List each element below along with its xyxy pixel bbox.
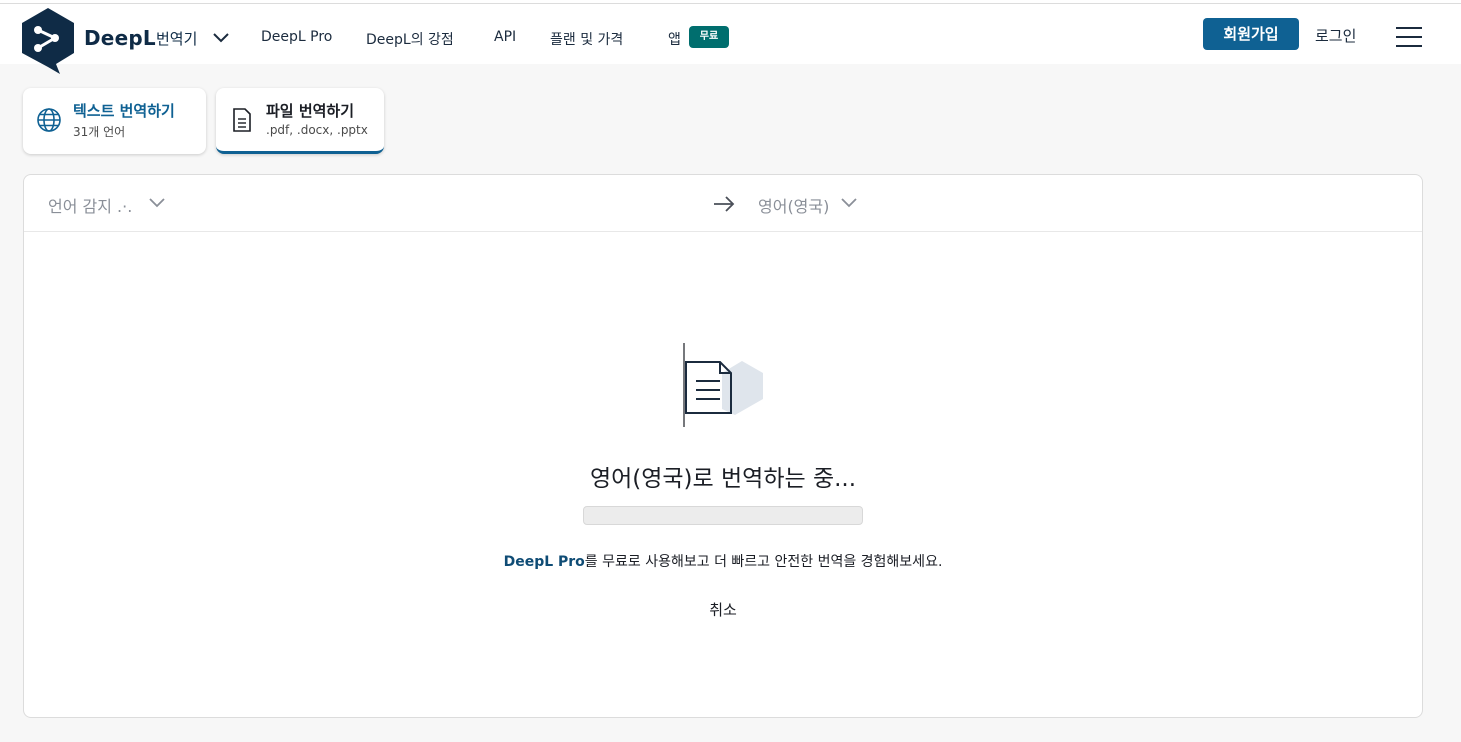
- tab-file-subtitle: .pdf, .docx, .pptx: [266, 123, 368, 137]
- document-translating-icon: [683, 343, 763, 427]
- tab-text-translation[interactable]: 텍스트 번역하기 31개 언어: [23, 88, 206, 154]
- nav-api[interactable]: API: [494, 29, 516, 45]
- promo-text: 를 무료로 사용해보고 더 빠르고 안전한 번역을 경험해보세요.: [584, 554, 943, 570]
- chevron-down-icon[interactable]: [840, 197, 858, 209]
- arrow-right-icon: [714, 196, 735, 212]
- source-language-select[interactable]: 언어 감지 .·.: [48, 193, 132, 217]
- target-language-select[interactable]: 영어(영국): [758, 193, 829, 217]
- tab-text-subtitle: 31개 언어: [73, 125, 126, 139]
- translation-status: 영어(영국)로 번역하는 중...: [589, 466, 857, 492]
- nav-apps[interactable]: 앱: [668, 29, 681, 49]
- pro-promo: DeepL Pro를 무료로 사용해보고 더 빠르고 안전한 번역을 경험해보세…: [24, 551, 1422, 571]
- deepl-pro-link[interactable]: DeepL Pro: [504, 554, 585, 570]
- deepl-logo-icon[interactable]: [22, 8, 78, 74]
- signup-button[interactable]: 회원가입: [1203, 18, 1299, 50]
- chevron-down-icon[interactable]: [211, 31, 231, 45]
- tab-text-title: 텍스트 번역하기: [73, 102, 175, 120]
- nav-why-deepl[interactable]: DeepL의 강점: [366, 29, 454, 49]
- nav-pricing[interactable]: 플랜 및 가격: [550, 29, 623, 49]
- tab-file-title: 파일 번역하기: [266, 102, 355, 120]
- tab-file-translation[interactable]: 파일 번역하기 .pdf, .docx, .pptx: [216, 88, 384, 154]
- language-bar: 언어 감지 .·. 영어(영국): [24, 175, 1422, 232]
- nav-deepl-pro[interactable]: DeepL Pro: [261, 29, 332, 45]
- progress-bar: [583, 506, 863, 525]
- document-icon: [233, 108, 251, 132]
- cancel-button[interactable]: 취소: [24, 599, 1422, 620]
- login-link[interactable]: 로그인: [1315, 25, 1356, 46]
- site-header: DeepL 번역기 DeepL Pro DeepL의 강점 API 플랜 및 가…: [0, 4, 1461, 74]
- brand-name[interactable]: DeepL: [84, 26, 156, 50]
- hamburger-menu-icon[interactable]: [1396, 27, 1422, 47]
- product-name[interactable]: 번역기: [156, 28, 197, 49]
- chevron-down-icon[interactable]: [148, 197, 166, 209]
- free-badge: 무료: [689, 26, 729, 48]
- translation-panel: 언어 감지 .·. 영어(영국) 영어(영국)로 번역하는 중... DeepL…: [23, 174, 1423, 718]
- globe-icon: [37, 108, 61, 132]
